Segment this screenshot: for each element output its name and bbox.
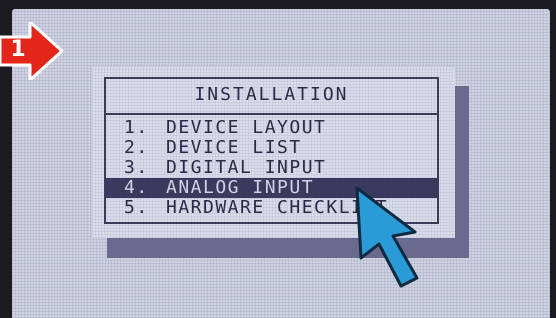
menu-title-divider [104,113,439,115]
menu-item-number: 4. [124,178,149,198]
menu-item-label: DEVICE LAYOUT [166,118,327,138]
menu-item-number: 2. [124,138,149,158]
menu-item-number: 1. [124,118,149,138]
menu-item-label: DEVICE LIST [166,138,302,158]
menu-item-device-list[interactable]: 2. DEVICE LIST [104,138,439,158]
menu-item-label: DIGITAL INPUT [166,158,327,178]
cursor-arrow-icon [355,186,419,288]
menu-item-label: ANALOG INPUT [166,178,315,198]
menu-item-number: 5. [124,198,149,218]
menu-item-device-layout[interactable]: 1. DEVICE LAYOUT [104,118,439,138]
step-number: 1 [10,37,26,62]
menu-title: INSTALLATION [194,84,349,105]
menu-item-digital-input[interactable]: 3. DIGITAL INPUT [104,158,439,178]
menu-item-number: 3. [124,158,149,178]
